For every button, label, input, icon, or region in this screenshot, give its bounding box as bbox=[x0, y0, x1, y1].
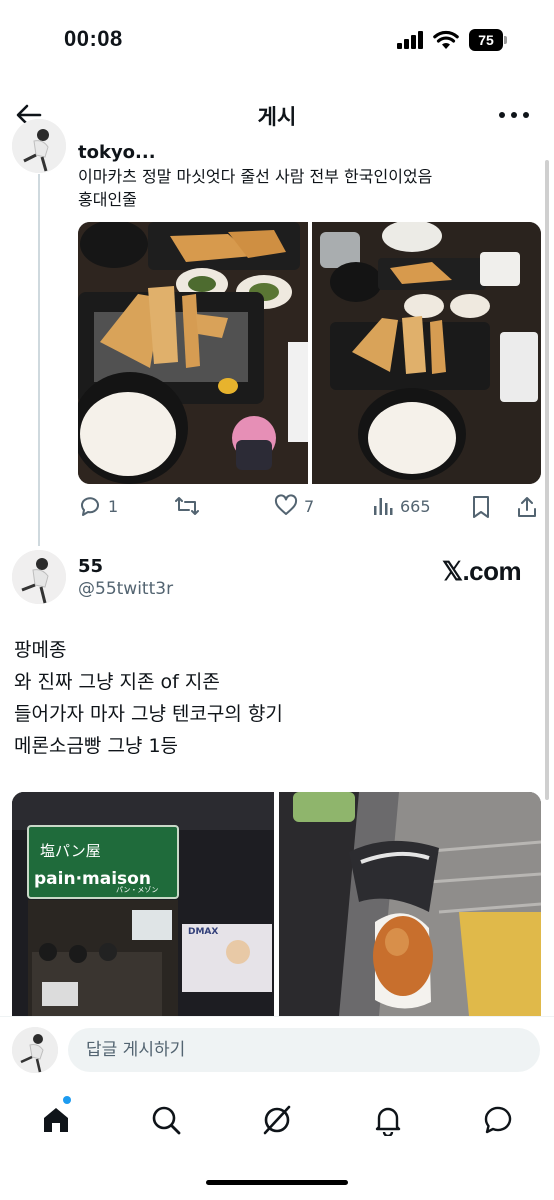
home-indicator bbox=[206, 1180, 348, 1185]
views-count: 665 bbox=[400, 496, 431, 516]
reply-post-text: 이마카츠 정말 마싯엇다 줄선 사람 전부 한국인이었음 홍대인줄 bbox=[78, 165, 538, 211]
repost-icon bbox=[175, 497, 199, 515]
post-text-line: 메론소금빵 그냥 1등 bbox=[14, 735, 179, 757]
salt-bread-photo[interactable] bbox=[279, 792, 541, 1016]
reply-text-line: 이마카츠 정말 마싯엇다 줄선 사람 전부 한국인이었음 bbox=[78, 167, 433, 186]
reply-input[interactable] bbox=[68, 1028, 540, 1072]
notifications-icon bbox=[375, 1107, 401, 1136]
reply-text-line: 홍대인줄 bbox=[78, 190, 137, 209]
thread-line bbox=[38, 174, 40, 546]
tonkatsu-set-photo-2[interactable] bbox=[312, 222, 541, 484]
tab-home[interactable] bbox=[36, 1100, 76, 1140]
tab-grok[interactable] bbox=[257, 1100, 297, 1140]
sign-subtitle: パン・メゾン bbox=[116, 886, 158, 894]
scrollbar[interactable] bbox=[545, 160, 549, 800]
views-action[interactable]: 665 bbox=[372, 494, 431, 518]
like-count: 7 bbox=[304, 496, 315, 516]
heart-icon bbox=[274, 494, 298, 515]
grok-icon bbox=[263, 1105, 291, 1135]
search-icon bbox=[152, 1106, 181, 1135]
page-title: 게시 bbox=[257, 105, 297, 129]
tab-search[interactable] bbox=[146, 1100, 186, 1140]
post-text-line: 와 진짜 그냥 지존 of 지존 bbox=[14, 671, 220, 693]
avatar[interactable] bbox=[12, 550, 66, 604]
notification-dot bbox=[63, 1096, 71, 1104]
like-action[interactable]: 7 bbox=[274, 494, 314, 518]
wifi-icon bbox=[433, 30, 459, 49]
post-header: 게시 bbox=[0, 84, 554, 144]
reply-icon bbox=[81, 497, 99, 516]
status-bar: 00:08 75 bbox=[0, 0, 554, 84]
billboard-text: DMAX bbox=[188, 927, 218, 937]
author-handle[interactable]: @55twitt3r bbox=[78, 579, 173, 599]
avatar[interactable] bbox=[12, 1027, 58, 1073]
reply-author-name[interactable]: tokyo... bbox=[78, 142, 156, 163]
reply-action[interactable]: 1 bbox=[78, 494, 118, 518]
avatar[interactable] bbox=[12, 119, 66, 173]
views-icon bbox=[374, 498, 393, 515]
bakery-storefront-photo[interactable]: 塩パン屋 pain·maison パン・メゾン DMAX bbox=[12, 792, 274, 1016]
post-text: 팡메종 와 진짜 그냥 지존 of 지존 들어가자 마자 그냥 텐코구의 향기 … bbox=[14, 634, 534, 762]
post-text-line: 팡메종 bbox=[14, 639, 67, 661]
more-horizontal-icon[interactable] bbox=[498, 110, 530, 120]
tab-notifications[interactable] bbox=[368, 1100, 408, 1140]
battery-icon: 75 bbox=[469, 29, 507, 51]
signal-icon bbox=[397, 31, 423, 49]
author-name[interactable]: 55 bbox=[78, 556, 103, 577]
repost-action[interactable] bbox=[174, 494, 206, 518]
post-action-bar: 1 7 665 bbox=[78, 490, 542, 522]
reply-count: 1 bbox=[108, 496, 119, 516]
reply-composer bbox=[0, 1016, 554, 1086]
bookmark-icon[interactable] bbox=[470, 495, 492, 519]
x-logo: 𝕏.com bbox=[442, 556, 522, 586]
tonkatsu-set-photo-1[interactable] bbox=[78, 222, 308, 484]
post-text-line: 들어가자 마자 그냥 텐코구의 향기 bbox=[14, 703, 283, 725]
sign-text: 塩パン屋 bbox=[40, 842, 101, 860]
battery-level: 75 bbox=[469, 29, 503, 51]
share-icon[interactable] bbox=[516, 495, 538, 519]
messages-icon bbox=[484, 1106, 512, 1134]
home-icon bbox=[44, 1108, 68, 1132]
status-time: 00:08 bbox=[64, 26, 123, 51]
tab-messages[interactable] bbox=[478, 1100, 518, 1140]
